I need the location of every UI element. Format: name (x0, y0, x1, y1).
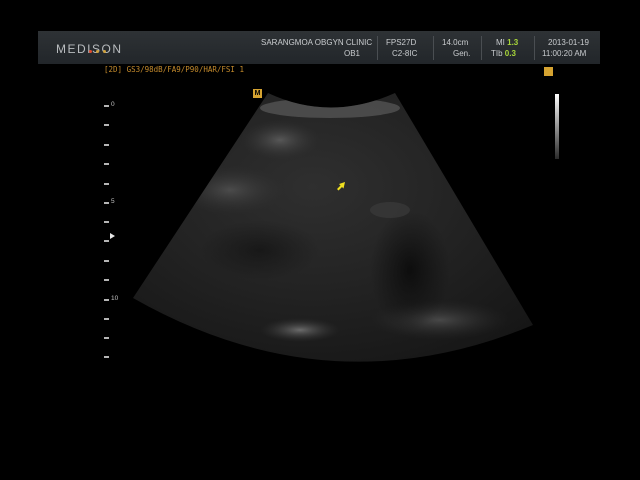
depth-tick (104, 202, 109, 204)
grayscale-bar (555, 94, 559, 159)
fps-value: FPS27D (386, 38, 417, 47)
tib-row: TIb 0.3 (491, 48, 516, 59)
depth-tick (104, 124, 109, 126)
imaging-parameters: [2D] GS3/98dB/FA9/P90/HAR/FSI 1 (104, 65, 244, 74)
depth-tick (104, 260, 109, 262)
freeze-marker-icon (544, 67, 553, 76)
arrow-cursor-icon[interactable] (337, 182, 346, 191)
mi-label: MI (496, 38, 505, 47)
exam-date: 2013-01-19 (548, 38, 589, 47)
divider (433, 36, 434, 60)
clinic-name: SARANGMOA OBGYN CLINIC (261, 38, 373, 47)
divider (481, 36, 482, 60)
mi-value: 1.3 (507, 38, 519, 47)
tib-value: 0.3 (504, 49, 516, 58)
preset-name: Gen. (453, 49, 471, 58)
depth-tick (104, 221, 109, 223)
mi-row: MI 1.3 (496, 37, 518, 48)
depth-tick (104, 183, 109, 185)
header-bar: MEDISON SARANGMOA OBGYN CLINIC OB1 FPS27… (38, 31, 600, 64)
depth-tick (104, 163, 109, 165)
brand-dots (89, 40, 110, 58)
depth-label-5: 5 (111, 198, 115, 205)
depth-label-10: 10 (111, 295, 119, 302)
exam-type: OB1 (344, 49, 361, 58)
divider (377, 36, 378, 60)
depth-tick (104, 356, 109, 358)
probe-name: C2-8IC (392, 49, 418, 58)
depth-tick (104, 299, 109, 301)
depth-value: 14.0cm (442, 38, 469, 47)
depth-tick (104, 144, 109, 146)
depth-tick (104, 105, 109, 107)
depth-tick (104, 279, 109, 281)
divider (534, 36, 535, 60)
depth-label-0: 0 (111, 101, 115, 108)
tib-label: TIb (491, 49, 503, 58)
exam-time: 11:00:20 AM (542, 49, 587, 58)
orientation-marker: M (253, 89, 262, 98)
depth-tick (104, 240, 109, 242)
depth-tick (104, 318, 109, 320)
focus-marker-icon[interactable] (110, 233, 115, 239)
depth-tick (104, 337, 109, 339)
